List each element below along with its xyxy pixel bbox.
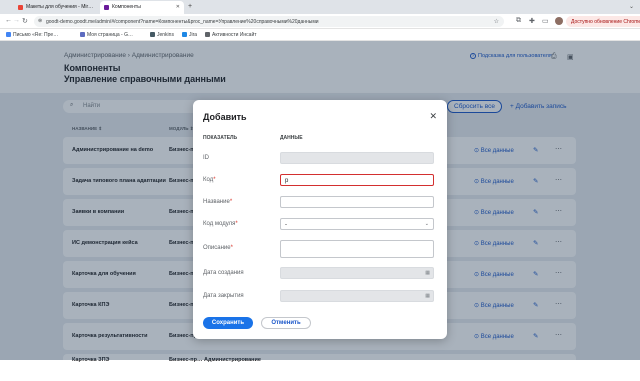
- dialog-title: Добавить: [203, 112, 247, 122]
- extensions-icon[interactable]: ⧉: [516, 17, 521, 25]
- bookmark-label: Активности Инсайт: [212, 32, 257, 38]
- code-label: Код*: [203, 177, 216, 183]
- title-field[interactable]: [280, 196, 434, 208]
- reload-icon[interactable]: ↻: [22, 17, 28, 25]
- required-mark: *: [229, 199, 233, 205]
- forward-icon[interactable]: →: [13, 17, 20, 24]
- bookmark-label: Моя страница - G…: [87, 32, 133, 38]
- mail-icon: [6, 32, 11, 37]
- closed-date-field: ▦: [280, 290, 434, 302]
- label-text: Описание: [203, 245, 231, 251]
- address-bar[interactable]: ⊜ goodt-demo.goodt.me/admin/#/component?…: [34, 16, 504, 27]
- tab-search-icon[interactable]: ⌄: [629, 3, 634, 10]
- site-info-icon[interactable]: ⊜: [38, 18, 42, 24]
- label-text: Код: [203, 177, 214, 183]
- module-code-select[interactable]: - ⌄: [280, 218, 434, 230]
- bookmark-item[interactable]: Активности Инсайт: [205, 32, 257, 38]
- id-label: ID: [203, 155, 209, 161]
- close-tab-icon[interactable]: ✕: [176, 4, 180, 10]
- label-text: Название: [203, 199, 230, 205]
- bookmark-label: Jira: [189, 32, 198, 38]
- bookmark-item[interactable]: Jenkins: [150, 32, 174, 38]
- required-mark: *: [235, 221, 238, 227]
- bookmark-item[interactable]: Письмо «Re: Пре…: [6, 32, 58, 38]
- select-value: -: [285, 222, 287, 228]
- description-textarea[interactable]: [280, 240, 434, 258]
- label-text: ID: [203, 155, 209, 161]
- module-code-label: Код модуля*: [203, 221, 238, 227]
- sidebar-icon[interactable]: ▭: [542, 17, 549, 25]
- bookmark-label: Jenkins: [157, 32, 174, 38]
- required-mark: *: [230, 245, 233, 251]
- id-field: [280, 152, 434, 164]
- indicator-column-header: ПОКАЗАТЕЛЬ: [203, 135, 238, 141]
- description-label: Описание*: [203, 245, 233, 251]
- jira-icon: [182, 32, 187, 37]
- bookmark-item[interactable]: Jira: [182, 32, 197, 38]
- mir-favicon-icon: [18, 5, 23, 10]
- bookmarks-bar: Письмо «Re: Пре… Моя страница - G… Jenki…: [0, 29, 640, 41]
- components-favicon-icon: [104, 5, 109, 10]
- browser-tab-components[interactable]: Компоненты ✕: [100, 1, 184, 14]
- profile-avatar[interactable]: [555, 17, 563, 25]
- bookmark-star-icon[interactable]: ☆: [494, 18, 499, 25]
- created-date-label: Дата создания: [203, 270, 244, 276]
- back-icon[interactable]: ←: [5, 17, 12, 24]
- insight-icon: [205, 32, 210, 37]
- browser-toolbar: ← → ↻ ⊜ goodt-demo.goodt.me/admin/#/comp…: [0, 14, 640, 29]
- label-text: Дата создания: [203, 270, 244, 276]
- chrome-update-button[interactable]: Доступно обновление Chrome: [566, 16, 640, 27]
- calendar-icon: ▦: [425, 293, 430, 299]
- close-icon[interactable]: ✕: [429, 111, 437, 122]
- browser-tab-mir[interactable]: Макеты для обучения - Mir… ✕: [14, 1, 110, 14]
- save-button[interactable]: Сохранить: [203, 317, 253, 329]
- chevron-down-icon: ⌄: [424, 221, 429, 227]
- browser-tab-bar: Макеты для обучения - Mir… ✕ Компоненты …: [0, 0, 640, 14]
- page-icon: [80, 32, 85, 37]
- bookmark-item[interactable]: Моя страница - G…: [80, 32, 133, 38]
- label-text: Код модуля: [203, 221, 236, 227]
- add-dialog: Добавить ✕ ПОКАЗАТЕЛЬ ДАННЫЕ ID Код* р Н…: [193, 100, 447, 339]
- required-mark: *: [213, 177, 216, 183]
- bookmark-label: Письмо «Re: Пре…: [13, 32, 59, 38]
- data-column-header: ДАННЫЕ: [280, 135, 303, 141]
- new-tab-button[interactable]: +: [188, 3, 192, 10]
- closed-date-label: Дата закрытия: [203, 293, 244, 299]
- cancel-button[interactable]: Отменить: [261, 317, 311, 329]
- title-label: Название*: [203, 199, 232, 205]
- jenkins-icon: [150, 32, 155, 37]
- puzzle-icon[interactable]: ✚: [529, 17, 535, 25]
- calendar-icon: ▦: [425, 270, 430, 276]
- url-text: goodt-demo.goodt.me/admin/#/component?na…: [46, 19, 319, 25]
- code-field[interactable]: р: [280, 174, 434, 186]
- created-date-field: ▦: [280, 267, 434, 279]
- label-text: Дата закрытия: [203, 293, 244, 299]
- tab-label: Макеты для обучения - Mir…: [26, 4, 94, 10]
- tab-label: Компоненты: [112, 4, 141, 10]
